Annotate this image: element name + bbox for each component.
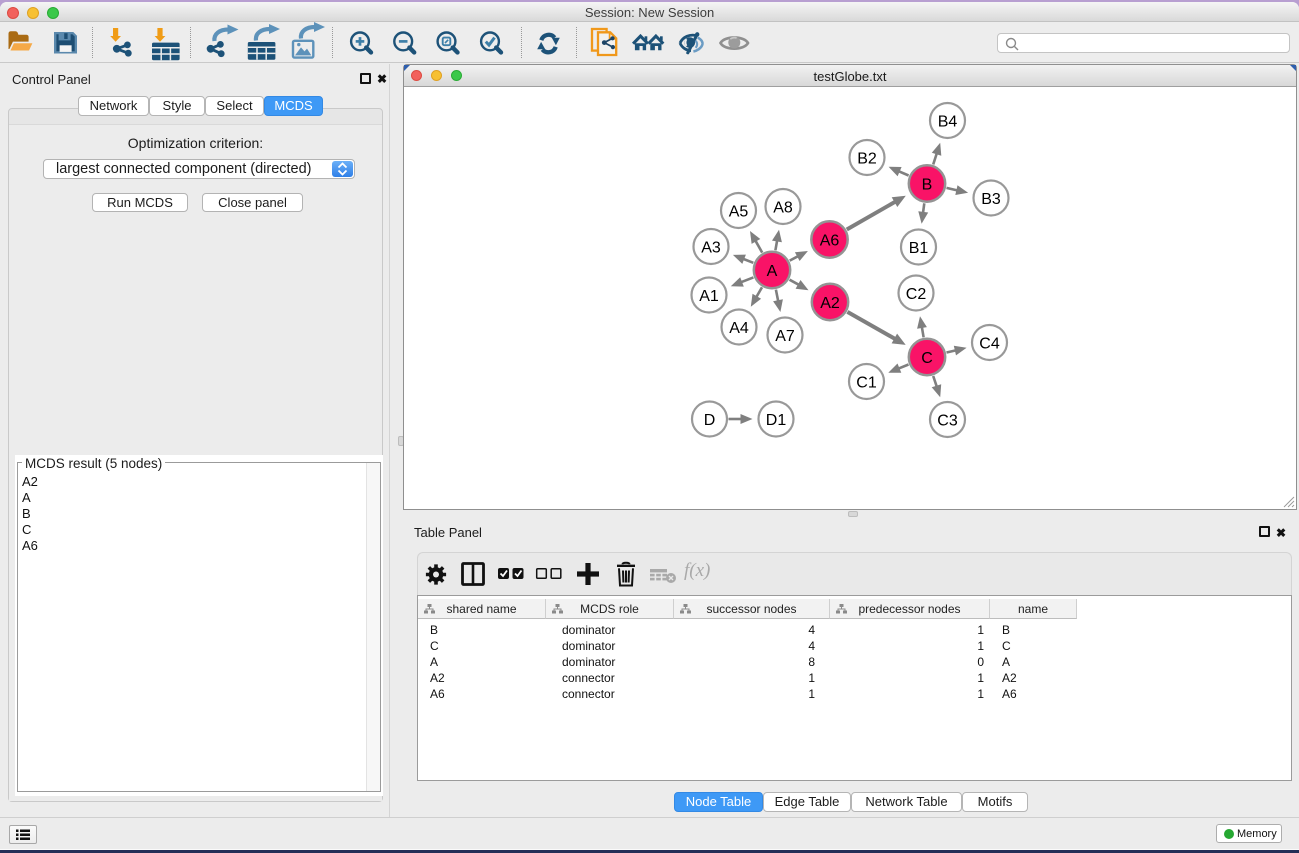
svg-text:D: D (704, 412, 716, 429)
svg-text:A: A (767, 263, 778, 280)
svg-text:A2: A2 (820, 295, 840, 312)
svg-text:A7: A7 (775, 328, 795, 345)
svg-text:B: B (922, 176, 933, 193)
svg-text:A8: A8 (773, 199, 793, 216)
svg-text:A1: A1 (699, 288, 719, 305)
svg-text:B2: B2 (857, 150, 877, 167)
svg-text:C: C (921, 350, 933, 367)
svg-text:B4: B4 (938, 113, 958, 130)
svg-text:D1: D1 (766, 412, 787, 429)
svg-text:A6: A6 (820, 232, 840, 249)
svg-text:B1: B1 (909, 240, 929, 257)
svg-text:B3: B3 (981, 191, 1001, 208)
svg-text:C2: C2 (906, 286, 927, 303)
svg-text:A5: A5 (729, 203, 749, 220)
svg-text:C1: C1 (856, 374, 877, 391)
svg-text:C3: C3 (937, 412, 958, 429)
svg-text:A3: A3 (701, 239, 721, 256)
svg-text:A4: A4 (729, 320, 749, 337)
svg-text:C4: C4 (979, 335, 1000, 352)
